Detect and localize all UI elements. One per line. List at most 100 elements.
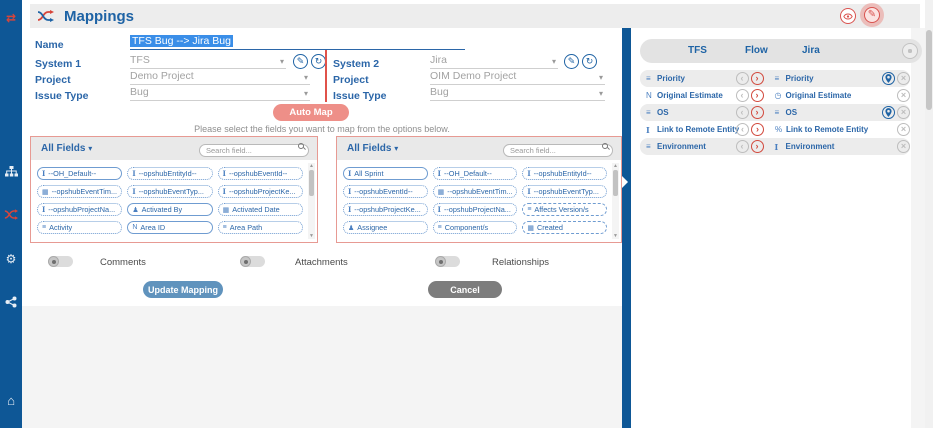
gears-icon[interactable]: ⚙ [0, 252, 22, 266]
scrollbar-thumb[interactable] [309, 170, 314, 196]
view-configuration-button[interactable] [840, 8, 856, 24]
field-chip-label: --opshubProjectNa... [444, 205, 511, 214]
field-chip-label: Affects Version/s [534, 205, 588, 214]
flow-left-arrow-button[interactable]: ‹ [736, 72, 749, 85]
issuetype1-select[interactable]: Bug ▾ [130, 86, 310, 101]
field-chip[interactable]: I --opshubEventTyp... [522, 185, 607, 198]
scroll-up-arrow[interactable]: ▲ [612, 163, 619, 169]
remove-mapping-button[interactable]: × [897, 106, 910, 119]
toggle-switch[interactable] [435, 256, 460, 267]
field-chip[interactable]: I --opshubEventId-- [218, 167, 303, 180]
system2-edit-button[interactable]: ✎ [564, 54, 579, 69]
text-icon: I [223, 187, 226, 196]
field-chip[interactable]: I --opshubEntityId-- [522, 167, 607, 180]
field-chip[interactable]: I --opshubEventTyp... [127, 185, 212, 198]
all-fields-dropdown[interactable]: All Fields ▾ [347, 143, 398, 154]
flow-right-arrow-button[interactable]: › [751, 140, 764, 153]
name-input[interactable]: TFS Bug --> Jira Bug [130, 35, 465, 50]
mapped-field-row: ≡ Priority ‹ › ≡ Priority × [640, 70, 910, 87]
field-chip[interactable]: ▦ Activated Date [218, 203, 303, 216]
field-chip[interactable]: I --OH_Default-- [433, 167, 518, 180]
scrollbar-thumb[interactable] [926, 30, 932, 110]
field-chip[interactable]: ≡ Affects Version/s [522, 203, 607, 216]
toggle-switch[interactable] [48, 256, 73, 267]
system2-refresh-button[interactable]: ↻ [582, 54, 597, 69]
field-chip-label: Component/s [445, 223, 488, 232]
field-chip[interactable]: ♟ Assignee [343, 221, 428, 234]
issuetype2-select[interactable]: Bug ▾ [430, 86, 605, 101]
page-scrollbar[interactable] [925, 0, 933, 428]
project1-value: Demo Project [130, 70, 194, 82]
toggle-switch[interactable] [240, 256, 265, 267]
field-chip[interactable]: I --opshubProjectNa... [433, 203, 518, 216]
edit-configuration-button[interactable]: ✎ [864, 7, 880, 23]
flow-left-arrow-button[interactable]: ‹ [736, 123, 749, 136]
system1-edit-button[interactable]: ✎ [293, 54, 308, 69]
field-chip[interactable]: ♟ Activated By [127, 203, 212, 216]
remove-mapping-button[interactable]: × [897, 72, 910, 85]
field-chip[interactable]: N Area ID [127, 221, 212, 234]
scroll-down-arrow[interactable]: ▼ [308, 233, 315, 239]
system1-select[interactable]: TFS ▾ [130, 54, 286, 69]
flow-right-arrow-button[interactable]: › [751, 89, 764, 102]
project2-select[interactable]: OIM Demo Project ▾ [430, 70, 605, 85]
field-chip[interactable]: ▦ --opshubEventTim... [37, 185, 122, 198]
flow-left-arrow-button[interactable]: ‹ [736, 89, 749, 102]
home-icon[interactable]: ⌂ [0, 394, 22, 408]
field-chip[interactable]: ≡ Activity [37, 221, 122, 234]
jira-field: % Link to Remote Entity [775, 125, 882, 134]
stop-icon[interactable] [902, 43, 918, 59]
field-chip[interactable]: I --OH_Default-- [37, 167, 122, 180]
project1-select[interactable]: Demo Project ▾ [130, 70, 310, 85]
list-icon: ≡ [223, 224, 227, 231]
cancel-button[interactable]: Cancel [428, 281, 502, 298]
issuetype1-value: Bug [130, 86, 149, 98]
field-chip[interactable]: I --opshubEventId-- [343, 185, 428, 198]
sitemap-icon[interactable] [0, 166, 22, 180]
location-pin-button[interactable] [882, 72, 895, 85]
field-chip[interactable]: ▦ Created [522, 221, 607, 234]
flow-left-arrow-button[interactable]: ‹ [736, 106, 749, 119]
text-icon: I [438, 169, 441, 178]
flow-right-arrow-button[interactable]: › [751, 106, 764, 119]
sync-icon[interactable]: ⇄ [0, 11, 22, 25]
collapse-arrow-icon[interactable] [622, 176, 628, 188]
update-mapping-button[interactable]: Update Mapping [143, 281, 223, 298]
scroll-up-arrow[interactable]: ▲ [308, 163, 315, 169]
auto-map-button[interactable]: Auto Map [273, 104, 349, 121]
remove-mapping-button[interactable]: × [897, 89, 910, 102]
flow-left-arrow-button[interactable]: ‹ [736, 140, 749, 153]
number-icon: N [646, 91, 657, 100]
search-field-input[interactable] [503, 144, 613, 157]
text-icon: I [132, 169, 135, 178]
scroll-down-arrow[interactable]: ▼ [612, 233, 619, 239]
shuffle-icon[interactable] [0, 209, 22, 223]
share-nodes-icon[interactable] [0, 296, 22, 311]
field-chip[interactable]: I --opshubEntityId-- [127, 167, 212, 180]
field-chip[interactable]: I --opshubProjectNa... [37, 203, 122, 216]
field-chip[interactable]: I All Sprint [343, 167, 428, 180]
text-icon: I [348, 169, 351, 178]
flow-right-arrow-button[interactable]: › [751, 123, 764, 136]
remove-mapping-button[interactable]: × [897, 123, 910, 136]
panel-scrollbar[interactable]: ▲▼ [308, 163, 315, 239]
panel-scrollbar[interactable]: ▲▼ [612, 163, 619, 239]
chevron-down-icon: ▾ [599, 73, 603, 82]
scrollbar-thumb[interactable] [613, 170, 618, 196]
flow-right-arrow-button[interactable]: › [751, 72, 764, 85]
field-chip[interactable]: ≡ Area Path [218, 221, 303, 234]
field-chip[interactable]: I --opshubProjectKe... [343, 203, 428, 216]
remove-mapping-button[interactable]: × [897, 140, 910, 153]
field-chip[interactable]: ≡ Component/s [433, 221, 518, 234]
field-chip[interactable]: ▦ --opshubEventTim... [433, 185, 518, 198]
calendar-icon: ▦ [438, 188, 445, 196]
location-pin-button[interactable] [882, 106, 895, 119]
field-chip[interactable]: I --opshubProjectKe... [218, 185, 303, 198]
all-fields-dropdown[interactable]: All Fields ▾ [41, 143, 92, 154]
mapping-helper-text: Please select the fields you want to map… [22, 124, 622, 134]
search-field-input[interactable] [199, 144, 309, 157]
system2-select[interactable]: Jira ▾ [430, 54, 558, 69]
panel-collapse-bar[interactable] [622, 28, 631, 428]
system1-refresh-button[interactable]: ↻ [311, 54, 326, 69]
toggle-knob [240, 256, 251, 267]
